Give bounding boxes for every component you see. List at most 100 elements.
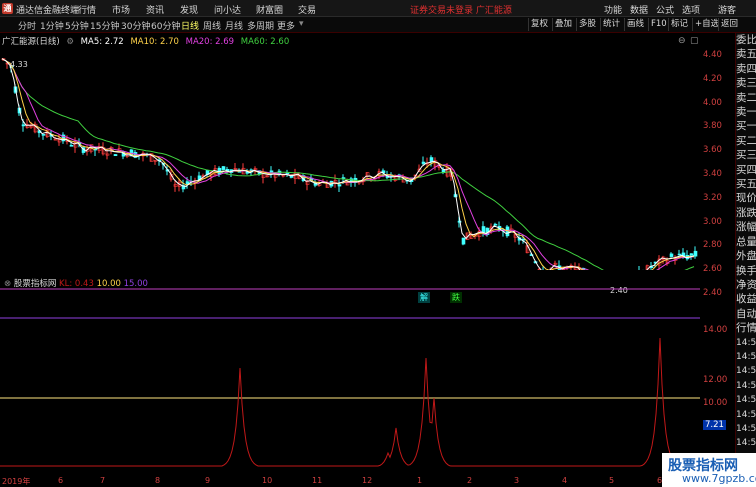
mark-button[interactable]: 标记 — [668, 18, 690, 31]
date-axis-label: 1 — [417, 476, 423, 485]
menu-item-trade[interactable]: 交易 — [298, 3, 316, 16]
ma20-line — [1, 58, 695, 270]
menu-item-wealth[interactable]: 财富圈 — [256, 3, 283, 16]
ma5-label: MA5: 2.72 — [80, 37, 124, 47]
price-axis-label: 3.20 — [703, 192, 722, 203]
menu-item-guest[interactable]: 游客 — [718, 3, 736, 16]
side-panel-label[interactable]: 自动 — [736, 307, 756, 321]
stats-button[interactable]: 统计 — [600, 18, 622, 31]
app-logo-icon: 通 — [2, 3, 13, 14]
date-axis-label: 4 — [562, 476, 568, 485]
price-axis-label: 4.40 — [703, 50, 722, 60]
ma-legend: 广汇能源(日线) ⚙ MA5: 2.72 MA10: 2.70 MA20: 2.… — [2, 35, 293, 47]
price-axis-label: 4.00 — [703, 97, 722, 108]
date-axis-label: 2 — [467, 476, 473, 485]
app-title: 通达信金融终端 — [16, 6, 80, 16]
side-panel-label: 现价 — [736, 192, 756, 205]
side-panel-label: 14:50 — [736, 438, 756, 449]
ma60-label: MA60: 2.60 — [240, 37, 290, 47]
tab-5min[interactable]: 5分钟 — [65, 19, 89, 32]
menu-item-data[interactable]: 数据 — [630, 3, 648, 16]
candle-body — [421, 161, 426, 164]
side-panel-label: 涨跌 — [736, 206, 756, 219]
side-panel-label: 买一 — [736, 120, 756, 133]
side-panel-label: 行情 — [736, 322, 756, 335]
collapse-icon[interactable]: ⊖ — [678, 36, 686, 46]
indicator-axis-label: 10.00 — [703, 398, 728, 408]
price-axis-label: 2.60 — [703, 264, 722, 275]
price-axis-label: 3.60 — [703, 145, 722, 156]
side-panel-label: 涨幅 — [736, 221, 756, 234]
date-axis-label: 5 — [609, 476, 615, 485]
tab-more[interactable]: 更多 — [277, 19, 295, 32]
side-panel-label: 14:50 — [736, 423, 756, 434]
candlestick-chart[interactable] — [0, 33, 700, 270]
date-axis-label: 9 — [205, 476, 211, 485]
candle-body — [221, 166, 226, 170]
indicator-axis-label: 14.00 — [703, 325, 728, 335]
menu-item-function[interactable]: 功能 — [604, 3, 622, 16]
candle-body — [677, 253, 682, 256]
tab-weekly[interactable]: 周线 — [203, 19, 221, 32]
candle-body — [21, 124, 26, 127]
side-panel-label: 总量 — [736, 235, 756, 248]
candle-body — [69, 145, 74, 147]
tab-daily[interactable]: 日线 — [181, 19, 199, 32]
menu-item-quotes[interactable]: 行情 — [78, 3, 96, 16]
f10-button[interactable]: F10 — [648, 18, 669, 31]
date-axis-label: 10 — [262, 476, 273, 485]
candle-body — [341, 177, 346, 179]
indicator-axis-label: 12.00 — [703, 375, 728, 385]
candle-body — [337, 184, 342, 187]
restore-rights-button[interactable]: 复权 — [528, 18, 550, 31]
menu-item-discover[interactable]: 发现 — [180, 3, 198, 16]
ma20-label: MA20: 2.69 — [185, 37, 235, 47]
date-axis-label: 11 — [312, 476, 323, 485]
ma5-line — [1, 58, 695, 270]
menu-item-news[interactable]: 资讯 — [146, 3, 164, 16]
tab-60min[interactable]: 60分钟 — [151, 19, 180, 32]
settings-icon[interactable]: ⚙ — [66, 37, 74, 47]
menu-bar: 通 通达信金融终端 行情 市场 资讯 发现 问小达 财富圈 交易 证券交易未登录… — [0, 0, 756, 17]
candle-body — [493, 223, 498, 226]
multi-stock-button[interactable]: 多股 — [576, 18, 598, 31]
tab-1min[interactable]: 1分钟 — [40, 19, 64, 32]
side-panel-label: 14:50 — [736, 395, 756, 406]
back-button[interactable]: 返回 — [718, 18, 740, 31]
tab-15min[interactable]: 15分钟 — [90, 19, 119, 32]
period-tab-bar: 分时 1分钟 5分钟 15分钟 30分钟 60分钟 日线 周线 月线 多周期 更… — [0, 17, 756, 33]
indicator-chart[interactable] — [0, 288, 700, 475]
tab-intraday[interactable]: 分时 — [18, 19, 36, 32]
add-watchlist-button[interactable]: +自选 — [692, 18, 721, 31]
chevron-down-icon[interactable]: ▾ — [299, 19, 304, 29]
login-status-link[interactable]: 证券交易未登录 广汇能源 — [410, 3, 512, 16]
watermark: 股票指标网 www.7gpzb.com — [662, 453, 756, 487]
overlay-button[interactable]: 叠加 — [552, 18, 574, 31]
price-axis-label: 3.00 — [703, 216, 722, 227]
tab-30min[interactable]: 30分钟 — [121, 19, 150, 32]
menu-item-ask[interactable]: 问小达 — [214, 3, 241, 16]
side-panel-label: 买四 — [736, 163, 756, 176]
menu-item-formula[interactable]: 公式 — [656, 3, 674, 16]
menu-item-options[interactable]: 选项 — [682, 3, 700, 16]
quote-side-panel: 委比 卖五 卖四 卖三 卖二 卖一 买一 买二 买三 买四 买五 现价 涨跌 涨幅 总量 外盘 换手 净资 收益 自动… — [735, 33, 756, 487]
stock-title: 广汇能源(日线) — [2, 37, 60, 47]
candle-body — [689, 253, 694, 256]
side-panel-label: 卖四 — [736, 62, 756, 75]
date-axis-label: 7 — [100, 476, 106, 485]
menu-item-market[interactable]: 市场 — [112, 3, 130, 16]
draw-line-button[interactable]: 画线 — [624, 18, 646, 31]
candle-body — [693, 250, 698, 257]
side-panel-label: 14:50 — [736, 380, 756, 391]
side-panel-label: 14:50 — [736, 337, 756, 348]
price-axis-label: 2.40 — [703, 288, 722, 298]
side-panel-label: 净资 — [736, 278, 756, 291]
indicator-axis-label: 7.21 — [703, 420, 726, 430]
tab-multi-period[interactable]: 多周期 — [247, 19, 274, 32]
date-axis-label: 8 — [155, 476, 161, 485]
tab-monthly[interactable]: 月线 — [225, 19, 243, 32]
maximize-icon[interactable]: ▢ — [690, 36, 699, 46]
kl-line — [0, 337, 700, 467]
date-axis-label: 6 — [58, 476, 64, 485]
side-panel-label: 14:50 — [736, 366, 756, 377]
